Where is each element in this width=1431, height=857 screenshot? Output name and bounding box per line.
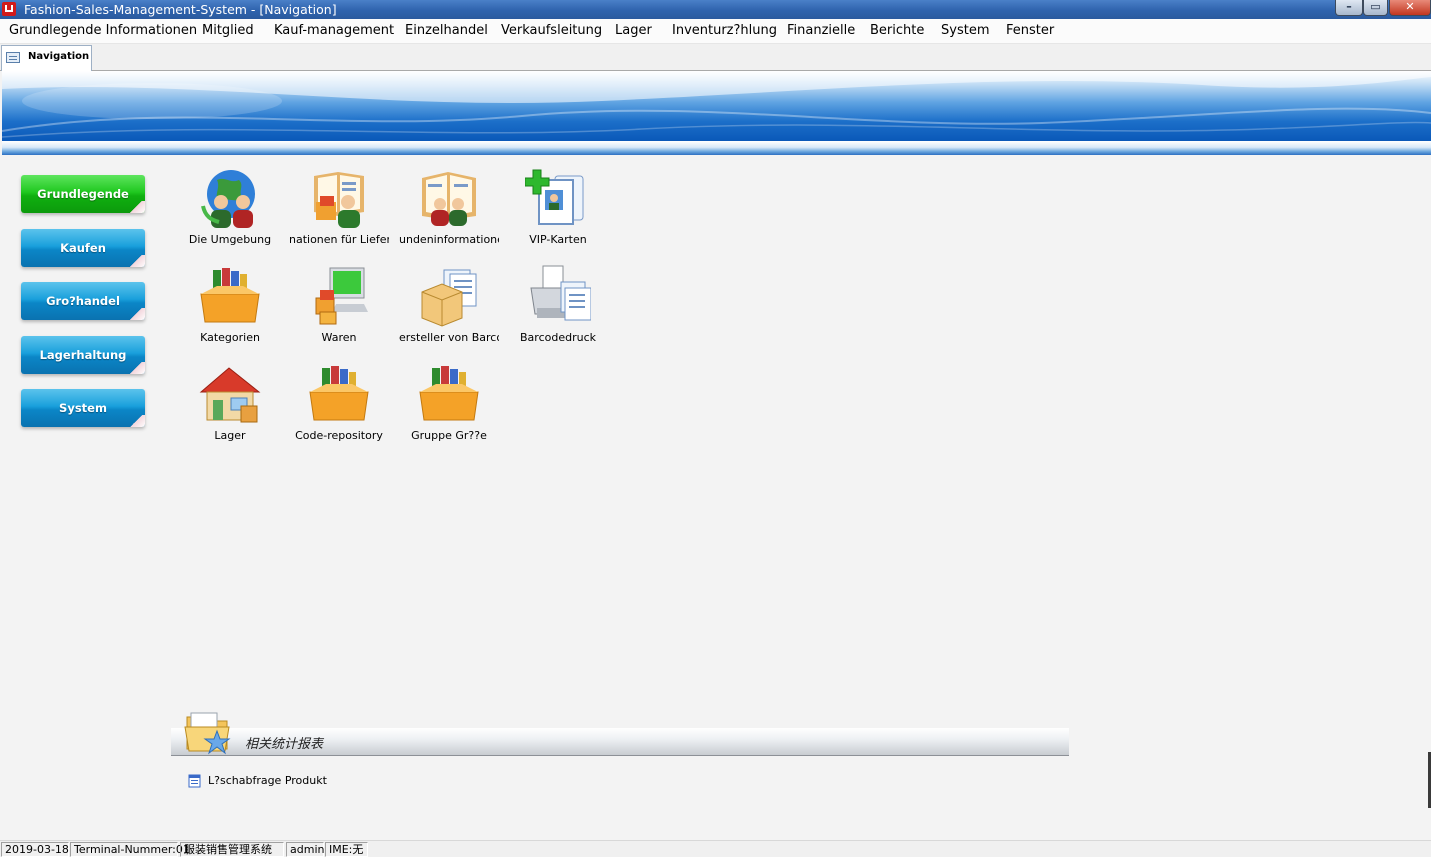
tab-navigation[interactable]: Navigation (1, 45, 92, 71)
nav-button-label: System (59, 401, 107, 415)
app-logo-icon (2, 2, 16, 16)
maximize-button[interactable]: ▭ (1363, 0, 1388, 16)
tile-label: undeninformatione (399, 233, 499, 246)
banner-wave-graphic (2, 71, 1431, 138)
page-curl-decoration (127, 415, 145, 427)
report-section-title: 相关统计报表 (245, 737, 324, 752)
tile-lieferanten[interactable]: nationen für Liefer (284, 166, 394, 258)
menu-fenster[interactable]: Fenster (1006, 22, 1054, 40)
close-button[interactable]: ✕ (1389, 0, 1431, 16)
tile-label: Waren (321, 331, 357, 344)
banner-divider (2, 141, 1431, 155)
minimize-button[interactable]: – (1335, 0, 1363, 16)
tile-kundeninformationen[interactable]: undeninformatione (394, 166, 504, 258)
menu-lager[interactable]: Lager (615, 22, 652, 40)
goods-monitor-icon (315, 267, 368, 325)
maximize-icon: ▭ (1370, 0, 1381, 13)
tile-die-umgebung[interactable]: Die Umgebung (175, 166, 285, 258)
status-user: admin (286, 842, 324, 857)
nav-button-lagerhaltung[interactable]: Lagerhaltung (21, 336, 145, 374)
page-curl-decoration (127, 362, 145, 374)
page-curl-decoration (127, 201, 145, 213)
tile-waren[interactable]: Waren (284, 264, 394, 356)
tile-label: ersteller von Barco (399, 331, 499, 344)
nav-button-grosshandel[interactable]: Gro?handel (21, 282, 145, 320)
tile-hersteller-von-barcode[interactable]: ersteller von Barco (394, 264, 504, 356)
header-banner (2, 71, 1431, 141)
menu-system[interactable]: System (941, 22, 989, 40)
menu-finanzielle[interactable]: Finanzielle (787, 22, 855, 40)
tile-gruppe-groesse[interactable]: Gruppe Gr??e (394, 362, 504, 454)
status-bar: 2019-03-18 Terminal-Nummer:01 服装销售管理系统 a… (0, 840, 1431, 857)
tile-code-repository[interactable]: Code-repository (284, 362, 394, 454)
menu-verkaufsleitung[interactable]: Verkaufsleitung (501, 22, 602, 40)
menu-berichte[interactable]: Berichte (870, 22, 924, 40)
menu-kauf-management[interactable]: Kauf-management (274, 22, 394, 40)
report-document-icon (188, 774, 201, 788)
books-folder-icon (419, 366, 479, 421)
tile-barcodedruck[interactable]: Barcodedruck (503, 264, 613, 356)
globe-people-icon (201, 170, 255, 228)
menu-einzelhandel[interactable]: Einzelhandel (405, 22, 488, 40)
tile-label: nationen für Liefer (289, 233, 389, 246)
report-section-header: 相关统计报表 (171, 728, 1069, 756)
tile-label: Barcodedruck (520, 331, 596, 344)
tile-label: Lager (214, 429, 246, 442)
minimize-icon: – (1346, 0, 1352, 13)
supplier-book-icon (314, 172, 364, 228)
window-form-icon (6, 52, 20, 63)
tile-vip-karten[interactable]: VIP-Karten (503, 166, 613, 258)
close-icon: ✕ (1405, 0, 1415, 13)
page-curl-decoration (127, 255, 145, 267)
tile-label: VIP-Karten (529, 233, 587, 246)
tile-kategorien[interactable]: Kategorien (175, 264, 285, 356)
warehouse-house-icon (199, 367, 261, 423)
barcode-box-icon (421, 269, 477, 327)
tile-label: Die Umgebung (188, 233, 272, 246)
tile-lager[interactable]: Lager (175, 362, 285, 454)
nav-button-label: Grundlegende (37, 187, 129, 201)
status-terminal: Terminal-Nummer:01 (70, 842, 190, 857)
nav-button-label: Gro?handel (46, 294, 120, 308)
tile-label: Code-repository (295, 429, 383, 442)
title-bar: Fashion-Sales-Management-System - [Navig… (0, 0, 1431, 19)
tile-label: Kategorien (200, 331, 260, 344)
status-date: 2019-03-18 (1, 842, 69, 857)
document-tab-strip: Navigation (0, 44, 1431, 71)
folder-star-icon (184, 712, 231, 755)
nav-button-kaufen[interactable]: Kaufen (21, 229, 145, 267)
tab-navigation-label: Navigation (28, 51, 90, 62)
printer-icon (530, 265, 591, 321)
tile-label: Gruppe Gr??e (411, 429, 487, 442)
nav-button-label: Lagerhaltung (39, 348, 127, 362)
window-title: Fashion-Sales-Management-System - [Navig… (24, 2, 337, 17)
books-folder-icon (309, 366, 369, 421)
status-ime: IME:无 (325, 842, 368, 857)
menu-bar: Grundlegende Informationen Mitglied Kauf… (0, 19, 1431, 44)
menu-mitglied[interactable]: Mitglied (202, 22, 254, 40)
left-navigation: Grundlegende Kaufen Gro?handel Lagerhalt… (0, 155, 165, 835)
customer-book-icon (422, 172, 476, 226)
menu-grundlegende-informationen[interactable]: Grundlegende Informationen (9, 22, 197, 40)
report-link-label: L?schabfrage Produkt (208, 774, 327, 787)
vip-card-icon (525, 169, 584, 225)
nav-button-grundlegende[interactable]: Grundlegende (21, 175, 145, 213)
nav-button-system[interactable]: System (21, 389, 145, 427)
page-curl-decoration (127, 308, 145, 320)
nav-button-label: Kaufen (60, 241, 106, 255)
status-system-name: 服装销售管理系统 (180, 842, 284, 857)
books-folder-icon (200, 268, 260, 323)
menu-inventurzaehlung[interactable]: Inventurz?hlung (672, 22, 777, 40)
